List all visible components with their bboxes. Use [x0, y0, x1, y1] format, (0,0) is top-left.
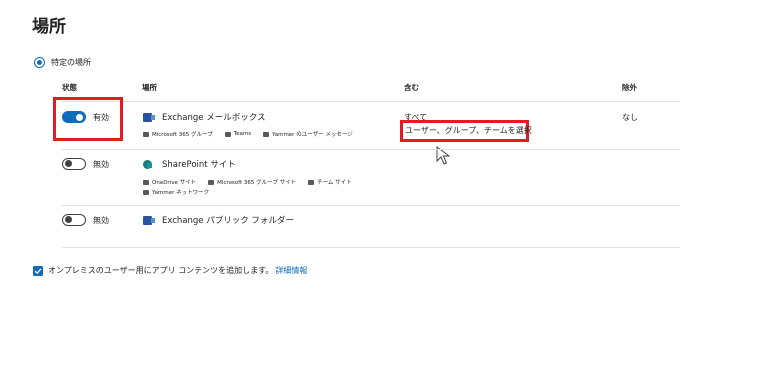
toggle-switch[interactable]: [62, 111, 86, 123]
sublocation-label: Microsoft 365 グループ: [152, 132, 213, 138]
exchange-icon: [143, 112, 155, 122]
toggle-status-label: 無効: [93, 215, 109, 225]
exclude-value: なし: [622, 113, 638, 122]
sublocation-label: Yammer ネットワーク: [152, 190, 210, 196]
location-name: Exchange パブリック フォルダー: [162, 216, 294, 226]
sublocation-label: Teams: [233, 131, 252, 137]
checkbox[interactable]: [33, 265, 43, 276]
location-exchange-mailbox: Exchange メールボックス: [143, 111, 265, 123]
sharepoint-sites-toggle[interactable]: 無効: [62, 158, 109, 170]
exchange-icon: [143, 215, 155, 225]
column-header-location: 場所: [142, 83, 157, 92]
location-sharepoint-sites: SharePoint サイト: [143, 158, 236, 170]
sharepoint-sublocations: OneDrive サイト Microsoft 365 グループ サイト チーム …: [143, 178, 364, 186]
radio-button[interactable]: [34, 57, 45, 68]
sharepoint-icon: [143, 159, 152, 169]
groups-icon: [208, 179, 215, 185]
sublocation-label: OneDrive サイト: [152, 180, 197, 186]
teams-icon: [224, 131, 231, 137]
toggle-status-label: 無効: [93, 159, 109, 169]
row-divider: [62, 205, 680, 206]
column-header-status: 状態: [62, 83, 77, 92]
choose-users-groups-teams-link[interactable]: ユーザー、グループ、チームを選択: [405, 125, 532, 136]
toggle-status-label: 有効: [93, 112, 109, 122]
checkmark-icon: [34, 267, 42, 274]
on-premises-content-option[interactable]: オンプレミスのユーザー用にアプリ コンテンツを追加します。 詳細情報: [33, 265, 307, 276]
checkbox-label: オンプレミスのユーザー用にアプリ コンテンツを追加します。: [48, 266, 274, 275]
toggle-switch[interactable]: [62, 158, 86, 170]
learn-more-link[interactable]: 詳細情報: [275, 265, 307, 276]
exchange-mailbox-toggle[interactable]: 有効: [62, 111, 109, 123]
column-header-include: 含む: [404, 83, 419, 92]
sublocation-label: Yammer のユーザー メッセージ: [272, 132, 353, 138]
location-name: SharePoint サイト: [162, 160, 236, 170]
radio-label: 特定の場所: [51, 58, 91, 67]
groups-icon: [143, 131, 149, 137]
sublocation-label: チーム サイト: [317, 180, 352, 186]
onedrive-icon: [143, 179, 149, 185]
row-divider: [62, 149, 680, 150]
teams-icon: [308, 179, 315, 185]
exchange-public-folders-toggle[interactable]: 無効: [62, 214, 109, 226]
header-divider: [62, 101, 680, 102]
location-exchange-public-folders: Exchange パブリック フォルダー: [143, 214, 294, 226]
location-name: Exchange メールボックス: [162, 113, 266, 123]
specific-locations-radio[interactable]: 特定の場所: [34, 57, 91, 68]
yammer-icon: [263, 131, 270, 137]
sublocation-label: Microsoft 365 グループ サイト: [217, 180, 297, 186]
column-header-exclude: 除外: [622, 83, 637, 92]
yammer-icon: [143, 189, 149, 195]
table-bottom-divider: [62, 247, 680, 248]
page-title: 場所: [32, 17, 66, 37]
sharepoint-sublocations-2: Yammer ネットワーク: [143, 188, 221, 196]
exchange-mailbox-sublocations: Microsoft 365 グループ Teams Yammer のユーザー メッ…: [143, 130, 365, 138]
toggle-switch[interactable]: [62, 214, 86, 226]
